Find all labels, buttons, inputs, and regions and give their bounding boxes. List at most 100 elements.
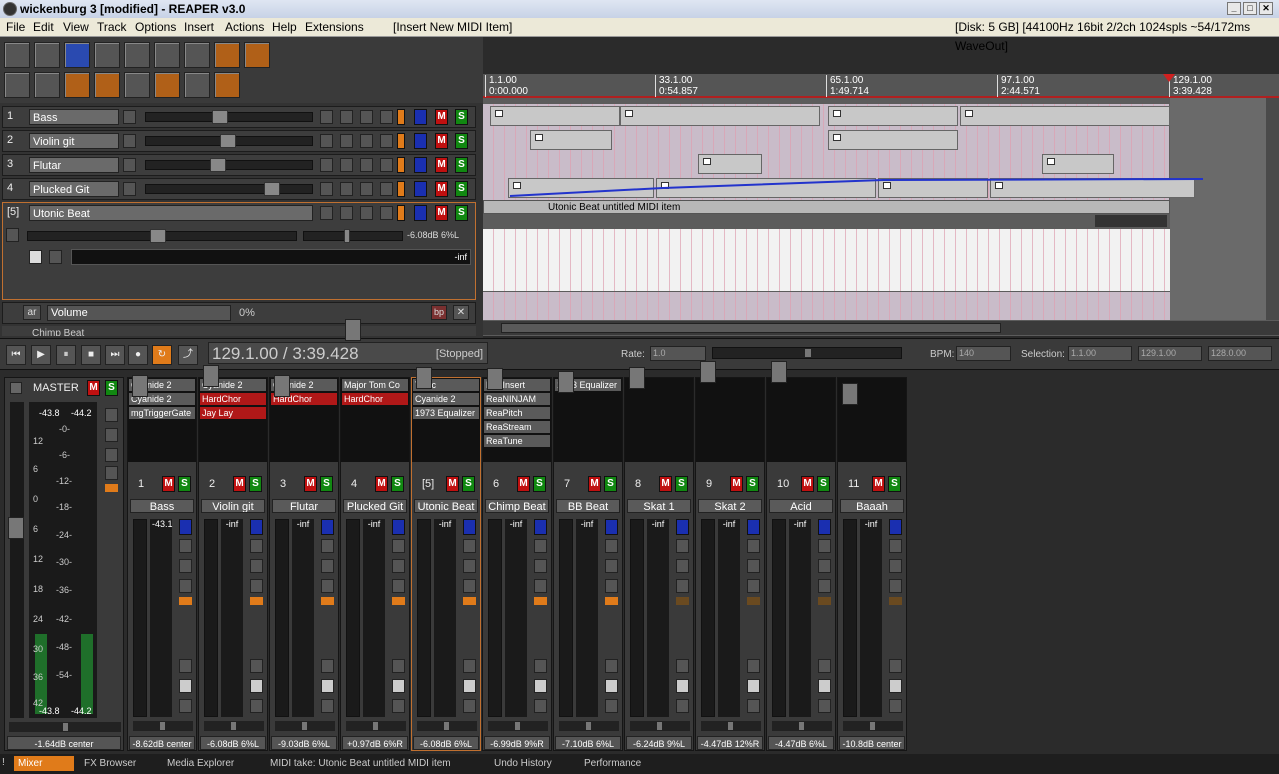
- undo-icon[interactable]: [124, 42, 150, 68]
- solo-button[interactable]: S: [888, 476, 901, 492]
- volume-fader[interactable]: [145, 110, 313, 124]
- io-icon[interactable]: [818, 559, 831, 573]
- rec-arm-button[interactable]: [676, 519, 689, 535]
- route-icon[interactable]: [747, 699, 760, 713]
- channel-name[interactable]: Baaah: [840, 499, 904, 513]
- phase-icon[interactable]: [179, 539, 192, 553]
- solo-button[interactable]: S: [675, 476, 688, 492]
- rec-button[interactable]: [414, 181, 427, 197]
- route-icon[interactable]: [534, 699, 547, 713]
- fader-knob[interactable]: [487, 368, 503, 390]
- pan-knob[interactable]: [870, 722, 875, 730]
- media-item[interactable]: [620, 106, 820, 126]
- fx-bypass-icon[interactable]: [360, 110, 373, 124]
- input-icon[interactable]: [250, 659, 263, 673]
- open-project-icon[interactable]: [34, 42, 60, 68]
- mute-button[interactable]: M: [730, 476, 743, 492]
- pan-knob[interactable]: [799, 722, 804, 730]
- envelope-lane-area[interactable]: [483, 292, 1170, 320]
- phase-icon[interactable]: [250, 539, 263, 553]
- io-icon[interactable]: [179, 559, 192, 573]
- master-solo-button[interactable]: S: [105, 380, 118, 396]
- monitor-icon[interactable]: [250, 679, 263, 693]
- go-to-start-button[interactable]: ⏮: [6, 345, 26, 365]
- solo-button[interactable]: S: [455, 181, 468, 197]
- rec-button[interactable]: [414, 205, 427, 221]
- monitor-icon[interactable]: [676, 679, 689, 693]
- fx-icon[interactable]: [818, 579, 831, 593]
- input-icon[interactable]: [889, 659, 902, 673]
- volume-fader[interactable]: [842, 383, 858, 717]
- fader-knob[interactable]: [220, 134, 236, 148]
- go-to-end-button[interactable]: ⏭: [105, 345, 125, 365]
- fx-icon[interactable]: [747, 579, 760, 593]
- fx-slot[interactable]: ReaPitch: [484, 407, 550, 419]
- selection-length-field[interactable]: 128.0.00: [1208, 346, 1272, 361]
- ripple-edit-icon[interactable]: [214, 42, 240, 68]
- mute-button[interactable]: M: [872, 476, 885, 492]
- fx-slot[interactable]: 1973 Equalizer: [413, 407, 479, 419]
- master-menu-icon[interactable]: [10, 382, 22, 394]
- volume-fader[interactable]: [487, 368, 503, 717]
- track-name[interactable]: Flutar: [29, 157, 119, 173]
- menu-file[interactable]: File: [6, 18, 25, 37]
- docker-menu-icon[interactable]: !: [2, 757, 5, 768]
- monitor-icon[interactable]: [605, 679, 618, 693]
- fx-icon[interactable]: [179, 579, 192, 593]
- fader-knob[interactable]: [558, 371, 574, 393]
- io-icon[interactable]: [123, 158, 136, 172]
- mute-button[interactable]: M: [588, 476, 601, 492]
- io-icon[interactable]: [123, 134, 136, 148]
- media-item[interactable]: [530, 130, 612, 150]
- monitor-icon[interactable]: [534, 679, 547, 693]
- monitor-icon[interactable]: [392, 679, 405, 693]
- lock-icon[interactable]: [124, 72, 150, 98]
- fx-slot[interactable]: HardChor: [200, 393, 266, 405]
- pan-slider[interactable]: [417, 721, 477, 731]
- phase-icon[interactable]: [889, 539, 902, 553]
- menu-track[interactable]: Track: [97, 18, 127, 37]
- track-row-selected[interactable]: [5] Utonic Beat M S -6.08dB 6%L -inf: [2, 202, 476, 300]
- volume-fader[interactable]: [274, 375, 290, 717]
- record-arm-indicator[interactable]: [397, 205, 405, 221]
- horizontal-scrollbar[interactable]: [483, 321, 1279, 335]
- solo-button[interactable]: S: [455, 133, 468, 149]
- solo-button[interactable]: S: [320, 476, 333, 492]
- io-icon[interactable]: [889, 559, 902, 573]
- fx-icon[interactable]: [380, 158, 393, 172]
- fx-slot[interactable]: HardChor: [342, 393, 408, 405]
- mute-button[interactable]: M: [435, 133, 448, 149]
- fx-slot[interactable]: Major Tom Co: [342, 379, 408, 391]
- io-icon[interactable]: [676, 559, 689, 573]
- midi-item-header[interactable]: Utonic Beat untitled MIDI item: [483, 200, 1170, 214]
- io-icon[interactable]: [747, 559, 760, 573]
- route-icon[interactable]: [605, 699, 618, 713]
- rate-knob[interactable]: [805, 349, 811, 357]
- fader-knob[interactable]: [150, 229, 166, 243]
- midi-item-body[interactable]: [483, 229, 1170, 291]
- phase-icon[interactable]: [340, 182, 353, 196]
- folder-icon[interactable]: [320, 134, 333, 148]
- snap-icon[interactable]: [94, 72, 120, 98]
- repeat-button[interactable]: ↻: [152, 345, 172, 365]
- track-name[interactable]: Violin git: [29, 133, 119, 149]
- volume-fader[interactable]: [700, 361, 716, 717]
- phase-icon[interactable]: [340, 158, 353, 172]
- envelope-icon[interactable]: [4, 72, 30, 98]
- pan-knob[interactable]: [515, 722, 520, 730]
- timeline-ruler[interactable]: 1.1.00 0:00.000 33.1.00 0:54.857 65.1.00 1:…: [483, 74, 1279, 98]
- fader-knob[interactable]: [132, 375, 148, 397]
- rec-button[interactable]: [414, 133, 427, 149]
- phase-icon[interactable]: [392, 539, 405, 553]
- solo-button[interactable]: S: [455, 205, 468, 221]
- pan-knob[interactable]: [373, 722, 378, 730]
- io-icon[interactable]: [392, 559, 405, 573]
- master-pan[interactable]: [9, 722, 121, 732]
- solo-button[interactable]: S: [746, 476, 759, 492]
- fader-knob[interactable]: [842, 383, 858, 405]
- track-row[interactable]: 4 Plucked Git M S: [2, 178, 476, 200]
- channel-name[interactable]: Skat 2: [698, 499, 762, 513]
- solo-button[interactable]: S: [817, 476, 830, 492]
- rec-arm-button[interactable]: [179, 519, 192, 535]
- pan-knob[interactable]: [302, 722, 307, 730]
